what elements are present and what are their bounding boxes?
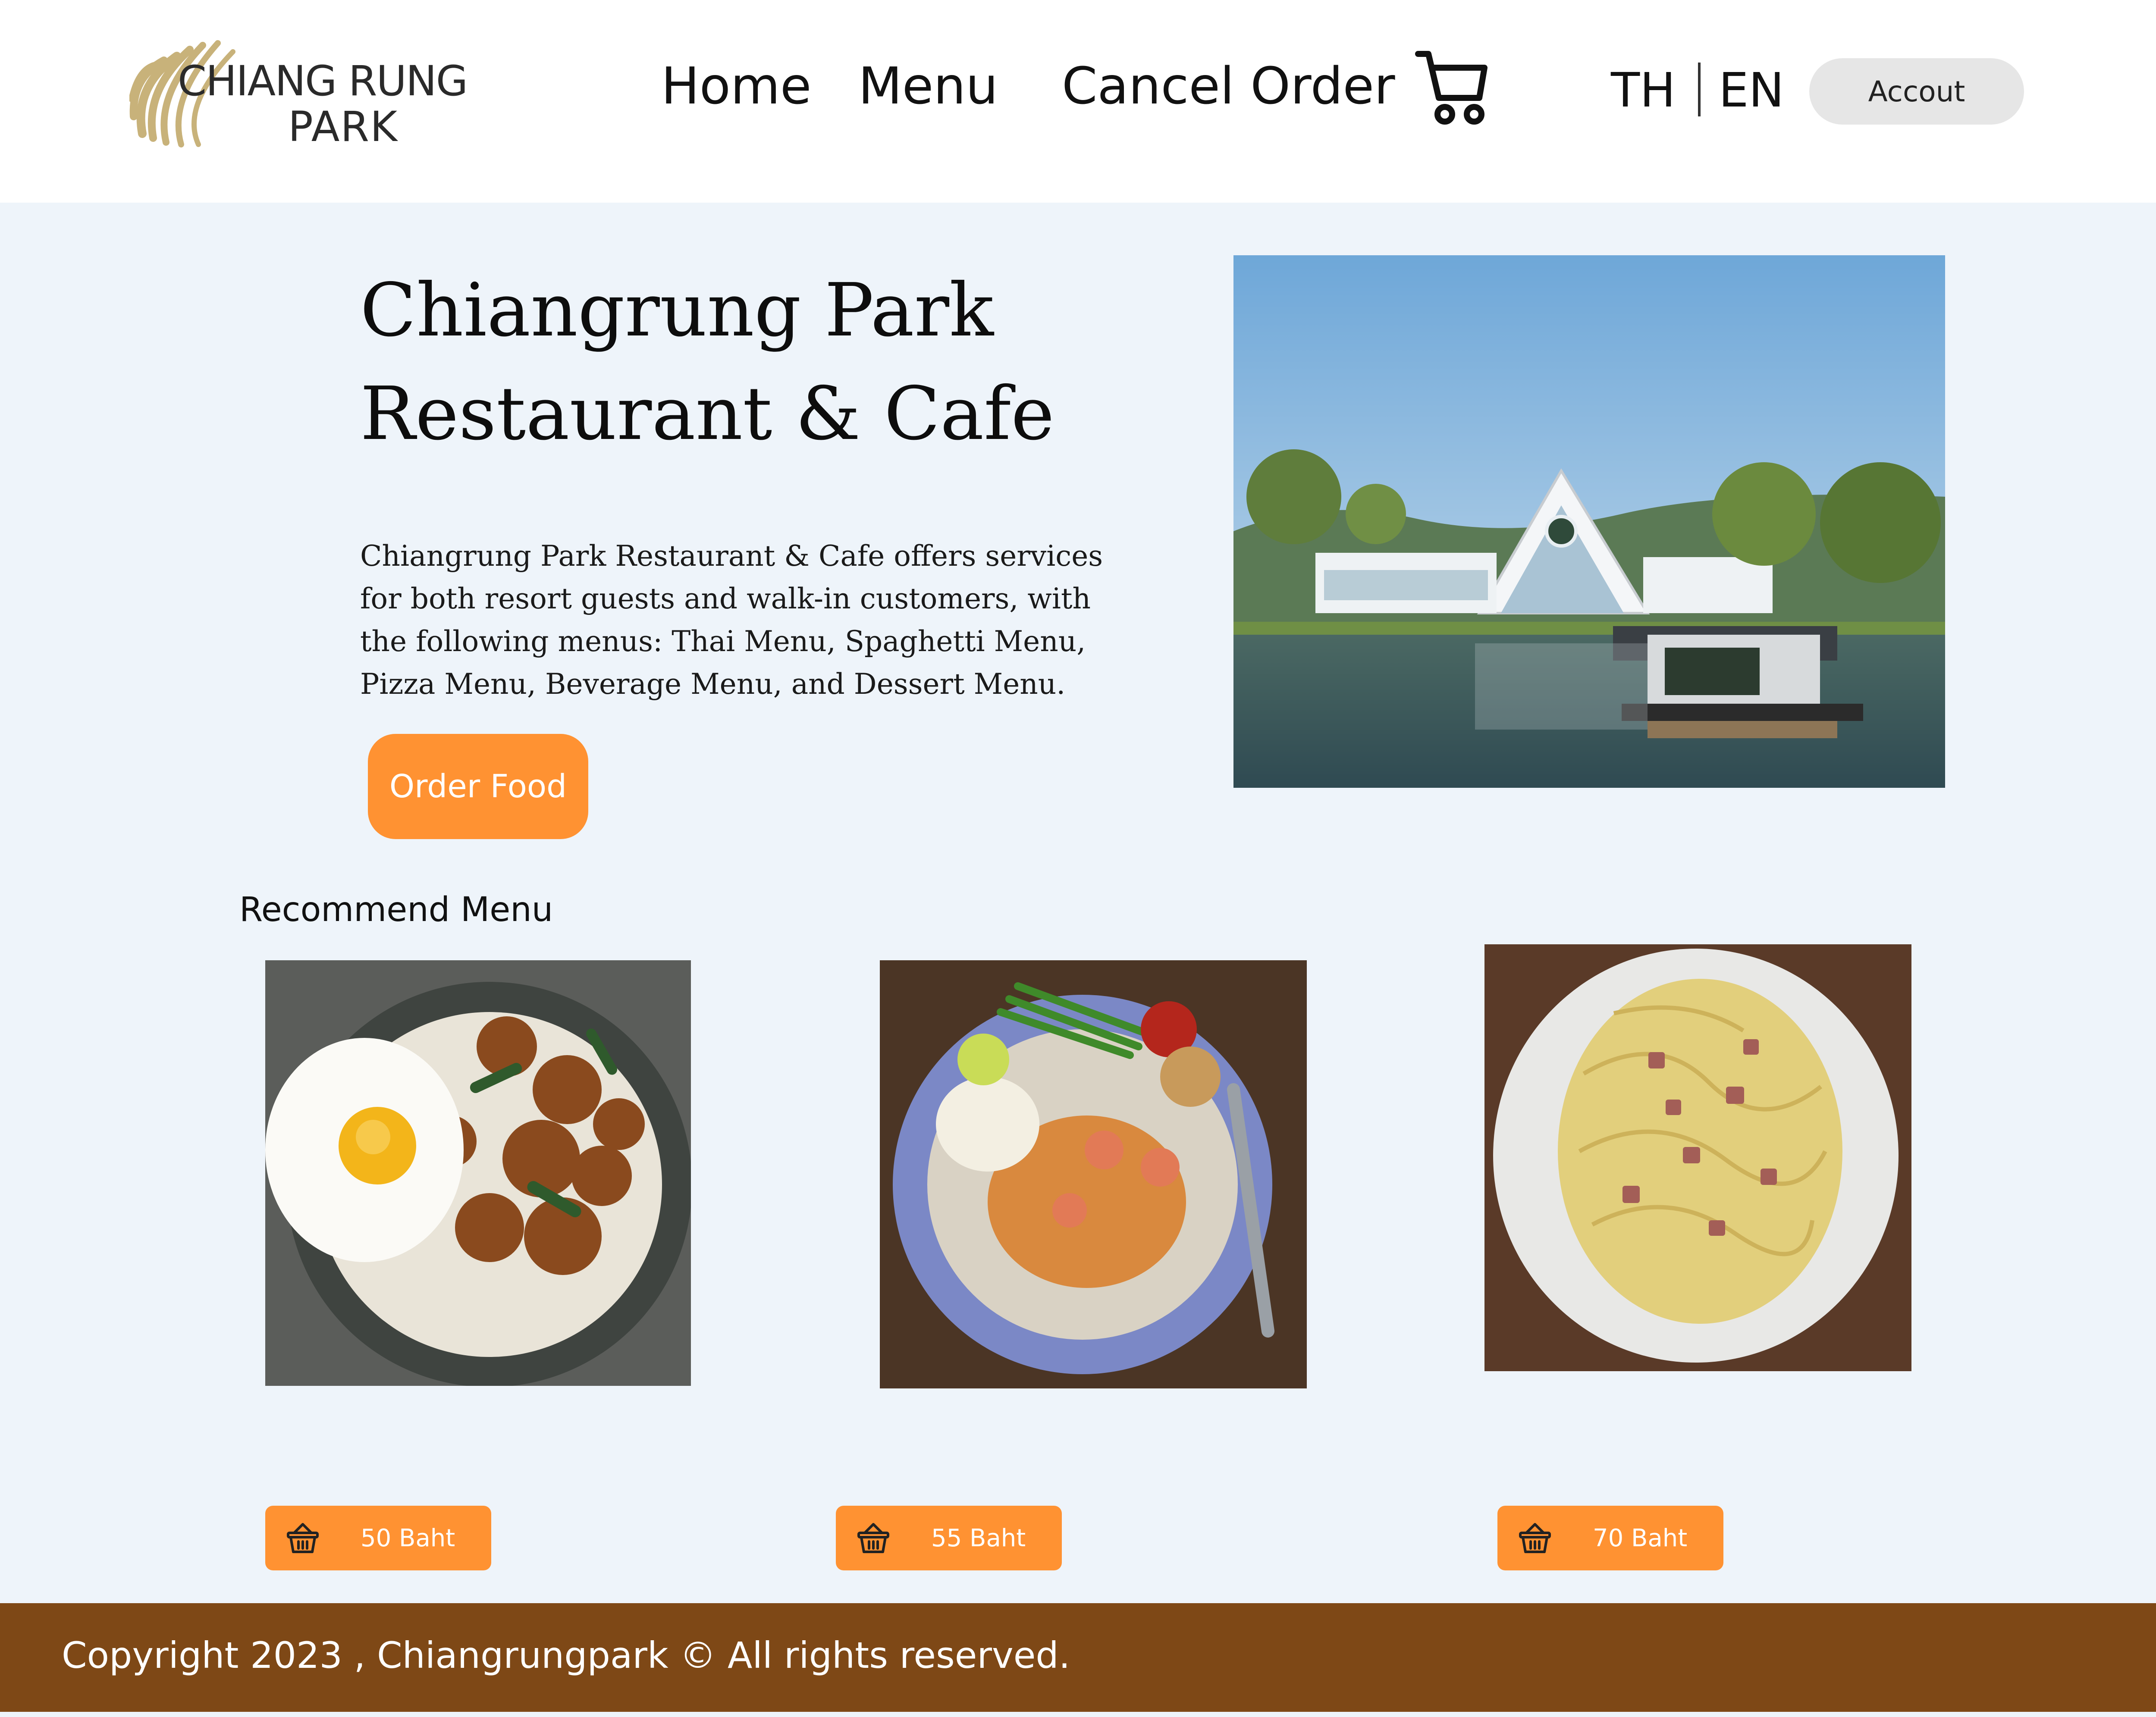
add-to-cart-button-1[interactable]: 50 Baht — [265, 1506, 491, 1570]
price-label: 50 Baht — [361, 1524, 455, 1552]
page-title: Chiangrung Park Restaurant & Cafe — [360, 259, 1093, 466]
shopping-cart-icon — [1415, 51, 1488, 125]
account-button[interactable]: Accout — [1809, 58, 2024, 125]
cart-button[interactable] — [1415, 50, 1488, 125]
lang-en[interactable]: EN — [1719, 63, 1784, 118]
title-line-1: Chiangrung Park — [360, 268, 994, 353]
add-to-cart-button-2[interactable]: 55 Baht — [836, 1506, 1062, 1570]
hero-description: Chiangrung Park Restaurant & Cafe offers… — [360, 539, 1103, 701]
nav-menu[interactable]: Menu — [858, 56, 998, 116]
logo-text-line1: CHIANG RUNG — [178, 57, 468, 105]
recommend-menu-title: Recommend Menu — [239, 890, 553, 929]
menu-item-photo-carbonara[interactable] — [1484, 944, 1911, 1371]
price-label: 70 Baht — [1593, 1524, 1688, 1552]
title-line-2: Restaurant & Cafe — [360, 371, 1054, 457]
menu-item-photo-basil-chicken[interactable] — [265, 960, 691, 1386]
nav-home[interactable]: Home — [661, 56, 811, 116]
nav-cancel-order[interactable]: Cancel Order — [1062, 56, 1395, 116]
basket-icon — [1519, 1523, 1551, 1553]
basket-icon — [287, 1523, 319, 1553]
lang-th[interactable]: TH — [1611, 63, 1676, 118]
order-food-button[interactable]: Order Food — [368, 734, 588, 839]
restaurant-photo — [1233, 255, 1945, 788]
basket-icon — [857, 1523, 889, 1553]
price-label: 55 Baht — [931, 1524, 1026, 1552]
logo[interactable]: CHIANG RUNG PARK — [129, 26, 468, 151]
copyright-text: Copyright 2023 , Chiangrungpark © All ri… — [62, 1634, 1070, 1676]
add-to-cart-button-3[interactable]: 70 Baht — [1497, 1506, 1723, 1570]
language-divider — [1698, 63, 1701, 116]
logo-text-line2: PARK — [288, 103, 399, 151]
menu-item-photo-pad-thai[interactable] — [880, 960, 1307, 1388]
